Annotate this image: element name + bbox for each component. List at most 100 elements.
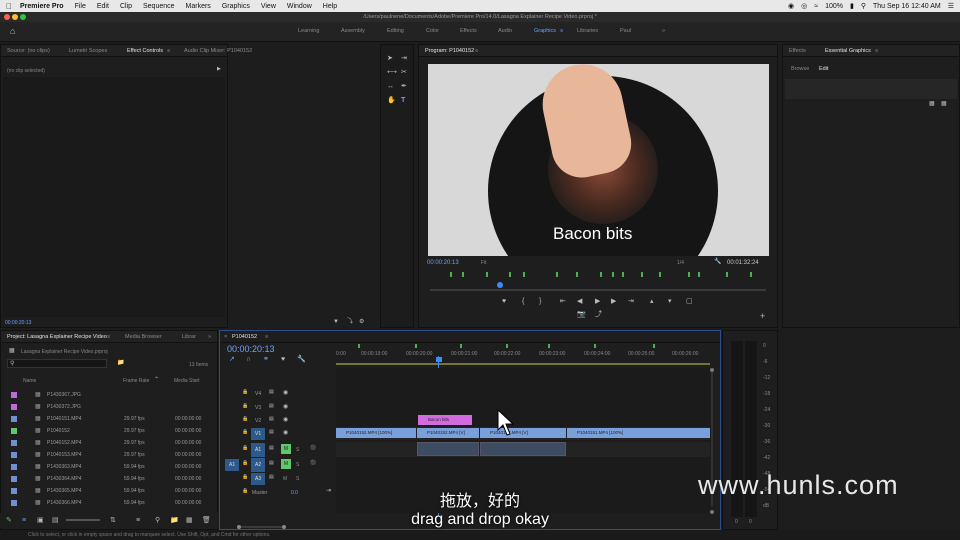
- mark-in-icon[interactable]: {: [522, 298, 524, 305]
- tab-program[interactable]: Program: P1040152: [425, 48, 474, 54]
- column-media-start[interactable]: Media Start: [174, 378, 200, 384]
- eye-icon[interactable]: ◉: [283, 417, 288, 423]
- mic-icon[interactable]: ⚫: [310, 446, 316, 451]
- clock[interactable]: Thu Sep 16 12:40 AM: [873, 3, 941, 10]
- label-color-swatch[interactable]: [11, 392, 17, 398]
- workspace-audio[interactable]: Audio: [498, 28, 512, 34]
- project-item-row[interactable]: ▦ P1430364.MP4 59.94 fps 00:00:00:00: [9, 473, 209, 485]
- menu-sequence[interactable]: Sequence: [143, 3, 175, 10]
- label-color-swatch[interactable]: [11, 476, 17, 482]
- app-menu[interactable]: Premiere Pro: [20, 3, 64, 10]
- project-search-input[interactable]: ⚲: [7, 359, 107, 368]
- step-back-icon[interactable]: ◀: [577, 298, 582, 305]
- workspace-assembly[interactable]: Assembly: [341, 28, 365, 34]
- compare-view-icon[interactable]: ▢: [686, 298, 693, 305]
- workspace-graphics[interactable]: Graphics: [534, 28, 556, 34]
- lock-icon[interactable]: 🔒: [242, 417, 248, 422]
- audio-clip-1[interactable]: [417, 442, 479, 456]
- layer-list[interactable]: [785, 79, 957, 99]
- mute-button[interactable]: M: [281, 444, 291, 454]
- workspace-color[interactable]: Color: [426, 28, 439, 34]
- workspace-effects[interactable]: Effects: [460, 28, 477, 34]
- add-marker-icon[interactable]: ♥: [502, 298, 506, 305]
- project-item-row[interactable]: ▦ P1040151.MP4 29.97 fps 00:00:00:00: [9, 413, 209, 425]
- creative-cloud-icon[interactable]: ◎: [801, 2, 807, 10]
- eye-icon[interactable]: ◉: [283, 430, 288, 436]
- extract-icon[interactable]: ▾: [668, 298, 672, 305]
- settings-icon[interactable]: ⚙: [359, 319, 364, 325]
- mute-button[interactable]: M: [283, 476, 287, 482]
- slip-tool-icon[interactable]: ↔: [387, 83, 394, 90]
- tab-timeline[interactable]: P1040152: [232, 334, 257, 340]
- timeline-timecode[interactable]: 00:00:20:13: [227, 344, 275, 354]
- home-icon[interactable]: ⌂: [10, 27, 15, 36]
- delete-layer-icon[interactable]: ▦: [941, 101, 947, 107]
- pen-tool-icon[interactable]: ✒: [401, 83, 407, 90]
- lock-icon[interactable]: 🔒: [242, 475, 248, 480]
- battery-icon[interactable]: ▮: [850, 2, 854, 10]
- track-label-v1[interactable]: V1: [251, 428, 266, 440]
- wrench-icon[interactable]: 🔧: [714, 259, 721, 265]
- razor-tool-icon[interactable]: ✂: [401, 69, 407, 76]
- sync-lock-icon[interactable]: ▤: [269, 446, 274, 451]
- tab-audio-clip-mixer[interactable]: Audio Clip Mixer: P1040152: [184, 48, 252, 54]
- share-icon[interactable]: ⤴: [595, 311, 602, 318]
- apple-icon[interactable]: : [6, 2, 12, 11]
- solo-button[interactable]: S: [296, 476, 299, 482]
- label-color-swatch[interactable]: [11, 416, 17, 422]
- mic-icon[interactable]: ⚫: [310, 461, 316, 466]
- solo-button[interactable]: S: [296, 447, 299, 453]
- label-color-swatch[interactable]: [11, 440, 17, 446]
- sync-lock-icon[interactable]: ▤: [269, 430, 274, 435]
- selection-tool-icon[interactable]: ➤: [387, 55, 393, 62]
- menu-markers[interactable]: Markers: [186, 3, 211, 10]
- snap-icon[interactable]: ∩: [246, 356, 251, 363]
- track-label-a2[interactable]: A2: [251, 458, 266, 472]
- eye-icon[interactable]: ◉: [283, 390, 288, 396]
- project-item-row[interactable]: ▦ P1430363.MP4 59.94 fps 00:00:00:00: [9, 461, 209, 473]
- record-icon[interactable]: ◉: [788, 2, 794, 10]
- video-overlay-title[interactable]: Bacon bits: [553, 224, 632, 244]
- lock-icon[interactable]: 🔒: [242, 404, 248, 409]
- label-color-swatch[interactable]: [11, 464, 17, 470]
- close-window-icon[interactable]: [4, 14, 10, 20]
- lift-icon[interactable]: ▴: [650, 298, 654, 305]
- menu-file[interactable]: File: [75, 3, 86, 10]
- sync-lock-icon[interactable]: ▤: [269, 390, 274, 395]
- column-name[interactable]: Name: [23, 378, 36, 384]
- tab-source[interactable]: Source: (no clips): [7, 48, 50, 54]
- timeline-menu-icon[interactable]: ≡: [265, 334, 268, 340]
- program-menu-icon[interactable]: ≡: [475, 48, 478, 54]
- lock-icon[interactable]: 🔒: [242, 446, 248, 451]
- tab-menu-icon[interactable]: ≡: [167, 48, 170, 54]
- tab-media-browser[interactable]: Media Browser: [125, 334, 162, 340]
- menu-list-icon[interactable]: ☰: [948, 2, 954, 10]
- new-bin-icon[interactable]: 📁: [117, 360, 124, 366]
- track-select-tool-icon[interactable]: ⇥: [401, 55, 407, 62]
- fit-dropdown[interactable]: Fit: [481, 260, 487, 266]
- tab-effects[interactable]: Effects: [789, 48, 806, 54]
- search-icon[interactable]: ⚲: [861, 2, 866, 10]
- project-item-row[interactable]: ▦ P1040152 29.97 fps 00:00:00:00: [9, 425, 209, 437]
- tab-edit[interactable]: Edit: [819, 66, 828, 72]
- ripple-edit-tool-icon[interactable]: ⟷: [387, 69, 397, 76]
- sync-lock-icon[interactable]: ▤: [269, 417, 274, 422]
- type-tool-icon[interactable]: T: [401, 97, 405, 104]
- project-item-row[interactable]: ▦ P1040153.MP4 29.97 fps 00:00:00:00: [9, 449, 209, 461]
- tab-effect-controls[interactable]: Effect Controls: [127, 48, 163, 54]
- tab-project[interactable]: Project: Lasagna Explainer Recipe Video: [7, 334, 107, 340]
- workspace-menu-icon[interactable]: ≡: [560, 28, 563, 34]
- mark-out-icon[interactable]: }: [539, 298, 541, 305]
- program-scrub-bar[interactable]: [426, 282, 770, 296]
- export-frame-icon[interactable]: 📷: [577, 311, 586, 318]
- tab-libraries[interactable]: Librar: [182, 334, 196, 340]
- clip-p1040152-v1[interactable]: P1040152.MP4 [V]: [417, 428, 479, 438]
- more-workspaces-icon[interactable]: »: [662, 28, 665, 34]
- eye-icon[interactable]: ◉: [283, 404, 288, 410]
- sort-ascending-icon[interactable]: ⌃: [154, 377, 159, 383]
- sync-lock-icon[interactable]: ▤: [269, 461, 274, 466]
- clip-p1040151[interactable]: P1040151.MP4 [100%]: [567, 428, 710, 438]
- project-item-row[interactable]: ▦ P1040152.MP4 29.97 fps 00:00:00:00: [9, 437, 209, 449]
- project-menu-icon[interactable]: ≡: [107, 334, 110, 340]
- sync-lock-icon[interactable]: ▤: [269, 475, 274, 480]
